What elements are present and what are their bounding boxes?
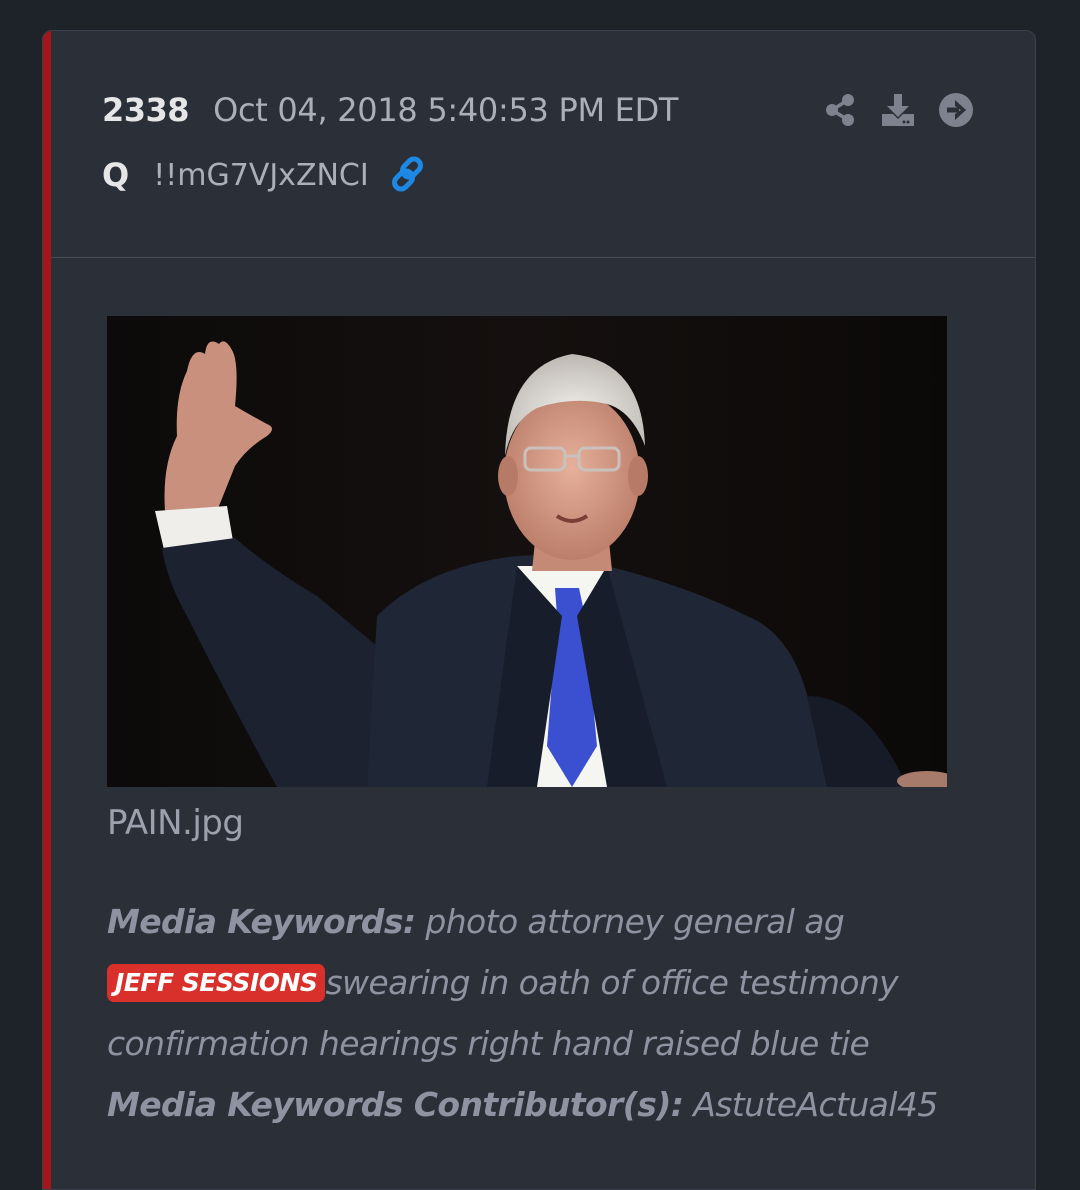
media-keywords-contributor-label: Media Keywords Contributor(s):: [107, 1085, 684, 1124]
download-icon[interactable]: [881, 93, 915, 127]
post-actions: [823, 93, 973, 127]
media-keywords: Media Keywords: photo attorney general a…: [107, 891, 987, 1135]
post-body: PAIN.jpg Media Keywords: photo attorney …: [107, 316, 987, 1135]
post-header: 2338 Oct 04, 2018 5:40:53 PM EDT Q !!mG7…: [51, 31, 1035, 258]
post-date: Oct 04, 2018 5:40:53 PM EDT: [213, 91, 679, 129]
post-accent-bar: [43, 31, 51, 1189]
post-tripcode: !!mG7VJxZNCI: [153, 157, 369, 193]
post-image[interactable]: [107, 316, 947, 787]
image-filename[interactable]: PAIN.jpg: [107, 803, 987, 843]
media-keywords-text-before: photo attorney general ag: [425, 902, 845, 941]
media-keywords-contributor: AstuteActual45: [693, 1085, 938, 1124]
post-meta-row: 2338 Oct 04, 2018 5:40:53 PM EDT: [102, 91, 678, 129]
arrow-right-circle-icon[interactable]: [939, 93, 973, 127]
media-keywords-label: Media Keywords:: [107, 902, 416, 941]
keyword-tag-jeff-sessions[interactable]: JEFF SESSIONS: [107, 964, 326, 1002]
post-card: 2338 Oct 04, 2018 5:40:53 PM EDT Q !!mG7…: [42, 30, 1036, 1190]
post-author: Q: [102, 156, 130, 194]
share-icon[interactable]: [823, 93, 857, 127]
post-author-row: Q !!mG7VJxZNCI: [102, 155, 431, 195]
link-icon[interactable]: [391, 155, 431, 195]
post-number[interactable]: 2338: [102, 91, 190, 129]
